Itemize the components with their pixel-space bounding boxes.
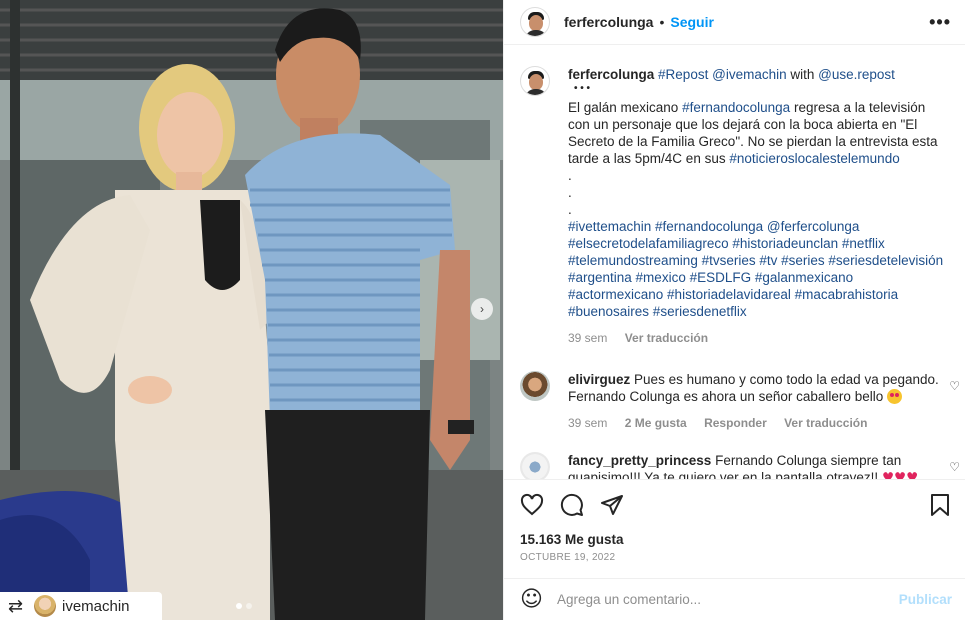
post-date: OCTUBRE 19, 2022 <box>520 552 616 563</box>
comment-body: fancy_pretty_princess Fernando Colunga s… <box>568 452 950 479</box>
share-icon[interactable] <box>600 493 624 517</box>
comments-scroll-area[interactable]: ferfercolunga #Repost @ivemachin with @u… <box>504 46 965 479</box>
caption-dot: . <box>568 185 572 200</box>
comment-username[interactable]: elivirguez <box>568 372 630 387</box>
repost-mention[interactable]: @ivemachin <box>712 67 786 82</box>
comment-time: 39 sem <box>568 416 608 430</box>
comment-likes[interactable]: 2 Me gusta <box>625 416 687 430</box>
action-icons <box>520 492 950 518</box>
post-actions: 15.163 Me gusta OCTUBRE 19, 2022 <box>504 479 965 563</box>
repost-username: ivemachin <box>62 597 130 615</box>
like-heart-icon[interactable] <box>520 493 544 517</box>
post-caption: ferfercolunga #Repost @ivemachin with @u… <box>504 46 965 347</box>
caption-paragraph: El galán mexicano #fernandocolunga regre… <box>568 99 950 167</box>
red-hearts-emoji: ♥♥♥ <box>881 470 919 479</box>
repost-avatar <box>34 595 56 617</box>
follow-button[interactable]: Seguir <box>670 14 714 30</box>
comment-composer: ☺ Agrega un comentario... Publicar <box>504 578 965 620</box>
caption-hashtag-2[interactable]: #noticieroslocalestelemundo <box>729 151 899 166</box>
caption-dot: . <box>568 168 572 183</box>
caption-hashtag-1[interactable]: #fernandocolunga <box>682 100 790 115</box>
emoji-picker-icon[interactable]: ☺ <box>520 587 543 612</box>
comment-avatar[interactable] <box>520 452 550 479</box>
caption-bullets: • • • <box>574 83 591 94</box>
caption-meta: 39 sem Ver traducción <box>568 330 950 347</box>
caption-dot: . <box>568 202 572 217</box>
author-avatar[interactable] <box>520 7 550 37</box>
comment-like-heart-icon[interactable]: ♡ <box>949 460 960 474</box>
caption-time: 39 sem <box>568 331 608 345</box>
carousel-dot-active <box>236 603 242 609</box>
caption-translate-link[interactable]: Ver traducción <box>625 331 708 345</box>
comment-translate-link[interactable]: Ver traducción <box>784 416 867 430</box>
heart-eyes-emoji <box>886 389 902 404</box>
comment-item: elivirguez Pues es humano y como todo la… <box>504 371 965 432</box>
caption-username[interactable]: ferfercolunga <box>568 67 654 82</box>
source-mention[interactable]: @use.repost <box>818 67 895 82</box>
author-username[interactable]: ferfercolunga <box>564 14 653 30</box>
caption-avatar[interactable] <box>520 66 550 96</box>
photo-image <box>0 0 503 620</box>
post-photo[interactable]: › ⇄ ivemachin <box>0 0 503 620</box>
comment-meta: 39 sem 2 Me gusta Responder Ver traducci… <box>568 415 950 432</box>
comment-input[interactable]: Agrega un comentario... <box>557 592 701 607</box>
caption-text-1: El galán mexicano <box>568 100 679 115</box>
header-separator: • <box>659 14 665 30</box>
comment-like-heart-icon[interactable]: ♡ <box>949 379 960 393</box>
more-options-icon[interactable]: ••• <box>929 12 951 33</box>
publish-button[interactable]: Publicar <box>899 592 952 607</box>
repost-hashtag[interactable]: #Repost <box>658 67 708 82</box>
post-header: ferfercolunga • Seguir ••• <box>504 0 965 45</box>
carousel-dots <box>236 603 252 609</box>
comment-icon[interactable] <box>560 493 584 517</box>
carousel-dot <box>246 603 252 609</box>
bookmark-icon[interactable] <box>930 493 950 517</box>
next-photo-button[interactable]: › <box>471 298 493 320</box>
comment-item: fancy_pretty_princess Fernando Colunga s… <box>504 452 965 479</box>
repost-tag[interactable]: ⇄ ivemachin <box>0 592 162 620</box>
caption-hashtag-list[interactable]: #ivettemachin #fernandocolunga @ferferco… <box>568 218 950 320</box>
comment-username[interactable]: fancy_pretty_princess <box>568 453 711 468</box>
repost-icon: ⇄ <box>8 595 24 617</box>
reply-button[interactable]: Responder <box>704 416 767 430</box>
likes-count[interactable]: 15.163 Me gusta <box>520 532 950 547</box>
post-side-panel: ferfercolunga • Seguir ••• ferfercolunga… <box>503 0 965 620</box>
caption-text: ferfercolunga #Repost @ivemachin with @u… <box>568 66 950 347</box>
comment-body: elivirguez Pues es humano y como todo la… <box>568 371 950 432</box>
with-text: with <box>790 67 815 82</box>
comment-avatar[interactable] <box>520 371 550 401</box>
